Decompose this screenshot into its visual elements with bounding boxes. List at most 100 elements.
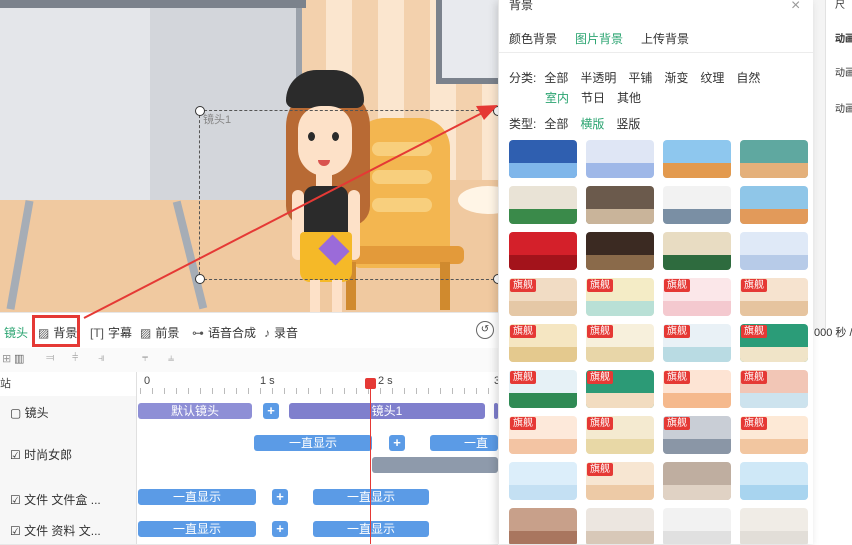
toolbar-shot[interactable]: 镜头 (4, 324, 28, 341)
timeline-clip[interactable]: 一直显示 (313, 521, 429, 537)
background-thumbnail[interactable]: 旗舰 (663, 324, 731, 362)
category-option[interactable]: 半透明 (580, 69, 616, 86)
track-row-file-box[interactable]: ☑ 文件 文件盒 ... 一直显示 + 一直显示 (0, 482, 498, 515)
background-thumbnail[interactable]: 旗舰 (740, 324, 808, 362)
background-thumbnail[interactable]: 旗舰 (586, 278, 654, 316)
category-option[interactable]: 其他 (617, 89, 641, 106)
background-thumbnail[interactable] (509, 462, 577, 500)
category-option[interactable]: 纹理 (700, 69, 724, 86)
background-thumbnail[interactable]: 旗舰 (663, 370, 731, 408)
timeline-clip[interactable]: 镜头1 (289, 403, 485, 419)
close-icon[interactable]: × (791, 0, 800, 15)
track-row-file-docs[interactable]: ☑ 文件 资料 文... 一直显示 + 一直显示 (0, 514, 498, 545)
category-option[interactable]: 自然 (736, 69, 760, 86)
playhead-handle[interactable] (365, 378, 376, 389)
property-label: 动画 (835, 68, 852, 79)
background-thumbnail[interactable] (663, 140, 731, 178)
background-thumbnail[interactable]: 旗舰 (740, 278, 808, 316)
add-clip-button[interactable]: + (272, 521, 288, 537)
thumbnail-floor (509, 300, 577, 316)
thumbnail-floor (509, 254, 577, 270)
add-clip-button[interactable]: + (272, 489, 288, 505)
background-thumbnail[interactable]: 旗舰 (740, 416, 808, 454)
background-thumbnail[interactable]: 旗舰 (663, 278, 731, 316)
premium-badge: 旗舰 (587, 371, 613, 384)
thumbnail-floor (509, 346, 577, 362)
premium-badge: 旗舰 (587, 325, 613, 338)
background-thumbnail[interactable] (740, 462, 808, 500)
align-center-icon[interactable]: ⫩ (72, 352, 78, 365)
category-option[interactable]: 全部 (544, 69, 568, 86)
thumbnail-floor (586, 392, 654, 408)
background-thumbnail[interactable]: 旗舰 (509, 324, 577, 362)
timeline-clip[interactable]: 一直显示 (313, 489, 429, 505)
timeline-clip[interactable]: 默认镜头 (138, 403, 252, 419)
timeline-animation-bar[interactable] (372, 457, 498, 473)
background-thumbnail[interactable]: 旗舰 (586, 324, 654, 362)
background-thumbnail[interactable]: 旗舰 (586, 462, 654, 500)
thumbnail-floor (509, 484, 577, 500)
toolbar-foreground-button[interactable]: ▨ 前景 (140, 324, 179, 341)
background-thumbnail[interactable] (586, 186, 654, 224)
background-thumbnail[interactable] (740, 140, 808, 178)
timeline-clip[interactable]: 一直显 (430, 435, 498, 466)
toolbar-record-button[interactable]: ♪ 录音 (264, 324, 298, 341)
track-row-shot[interactable]: ▢ 镜头 默认镜头 + 镜头1 (0, 396, 498, 427)
stage-canvas[interactable]: 镜头1 (0, 0, 498, 312)
background-thumbnail[interactable] (663, 508, 731, 544)
align-top-icon[interactable]: ⫧ (142, 352, 148, 365)
tab-color-background[interactable]: 颜色背景 (509, 30, 557, 47)
timeline-clip[interactable]: 一直显示 (254, 435, 372, 451)
background-thumbnail[interactable] (663, 186, 731, 224)
align-left-icon[interactable]: ⫤ (46, 352, 54, 365)
type-option[interactable]: 全部 (544, 115, 568, 132)
background-thumbnail[interactable] (586, 508, 654, 544)
grid-icon[interactable]: ⊞ (2, 352, 11, 365)
background-thumbnail[interactable] (509, 232, 577, 270)
shot-selection-box[interactable] (199, 110, 498, 280)
tab-image-background[interactable]: 图片背景 (575, 30, 623, 47)
type-option-landscape[interactable]: 横版 (580, 115, 604, 132)
background-thumbnail[interactable] (509, 508, 577, 544)
playhead-line[interactable] (370, 378, 371, 544)
undo-icon[interactable]: ↺ (476, 321, 494, 339)
timeline-clip[interactable]: 一直显示 (138, 521, 256, 537)
background-thumbnail[interactable] (740, 508, 808, 544)
align-bottom-icon[interactable]: ⫨ (168, 352, 174, 365)
toolbar-subtitle-button[interactable]: [T] 字幕 (90, 324, 132, 341)
distribute-icon[interactable]: ▥ (14, 352, 24, 365)
background-thumbnail[interactable] (740, 232, 808, 270)
timeline-clip[interactable]: 一直显示 (138, 489, 256, 505)
background-thumbnail[interactable]: 旗舰 (509, 278, 577, 316)
align-right-icon[interactable]: ⫣ (98, 352, 105, 365)
background-thumbnail[interactable] (586, 232, 654, 270)
background-thumbnail[interactable] (509, 140, 577, 178)
background-thumbnail[interactable] (663, 232, 731, 270)
background-thumbnail[interactable]: 旗舰 (586, 416, 654, 454)
background-thumbnail[interactable]: 旗舰 (509, 416, 577, 454)
category-option[interactable]: 渐变 (664, 69, 688, 86)
background-thumbnail[interactable]: 旗舰 (740, 370, 808, 408)
background-thumbnail[interactable]: 旗舰 (663, 416, 731, 454)
panel-title: 背景 (509, 0, 534, 12)
category-option-indoor[interactable]: 室内 (545, 89, 569, 106)
tab-upload-background[interactable]: 上传背景 (641, 30, 689, 47)
background-thumbnail[interactable] (663, 462, 731, 500)
add-clip-button[interactable]: + (389, 435, 405, 451)
track-row-character[interactable]: ☑ 时尚女郎 一直显示 + 一直显 (0, 426, 498, 483)
background-thumbnail[interactable] (740, 186, 808, 224)
type-option[interactable]: 竖版 (616, 115, 640, 132)
category-option[interactable]: 节日 (581, 89, 605, 106)
resize-handle[interactable] (195, 274, 205, 284)
add-clip-button[interactable]: + (263, 403, 279, 419)
background-thumbnail[interactable]: 旗舰 (509, 370, 577, 408)
background-highlight-box (32, 315, 80, 347)
toolbar-tts-button[interactable]: ⊶ 语音合成 (192, 324, 256, 341)
background-thumbnail[interactable]: 旗舰 (586, 370, 654, 408)
resize-handle[interactable] (195, 106, 205, 116)
category-option[interactable]: 平铺 (628, 69, 652, 86)
background-thumbnail[interactable] (509, 186, 577, 224)
shot-label: 镜头1 (203, 114, 232, 126)
background-thumbnail[interactable] (586, 140, 654, 178)
timeline-ruler[interactable]: 站 0 1 s 2 s 3 (0, 372, 500, 397)
